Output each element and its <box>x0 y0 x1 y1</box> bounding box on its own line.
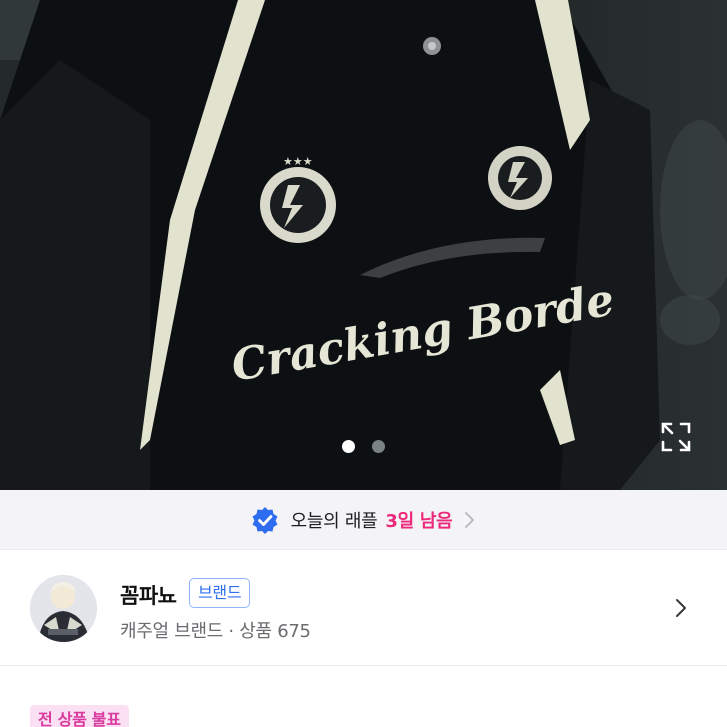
chevron-right-icon <box>462 511 476 529</box>
product-detail-page: ★★★ Cracking Borde 오늘의 래플 3일 남음 꼼파뇨 브랜드 … <box>0 0 727 727</box>
chevron-right-icon[interactable] <box>674 598 688 618</box>
shop-meta: 캐주얼 브랜드 · 상품 675 <box>120 621 311 642</box>
shop-avatar[interactable] <box>30 575 97 642</box>
raffle-label: 오늘의 래플 <box>290 510 378 532</box>
raffle-remaining: 3일 남음 <box>385 510 453 532</box>
product-photo-carousel[interactable]: ★★★ Cracking Borde <box>0 0 727 490</box>
expand-icon[interactable] <box>660 421 692 453</box>
shop-name[interactable]: 꼼파뇨 <box>120 580 177 610</box>
svg-text:★★★: ★★★ <box>283 155 313 168</box>
pager-dot-active[interactable] <box>342 440 355 453</box>
shop-info-row[interactable]: 꼼파뇨 브랜드 캐주얼 브랜드 · 상품 675 <box>0 550 727 665</box>
pager-dot[interactable] <box>372 440 385 453</box>
brand-badge: 브랜드 <box>189 578 251 608</box>
right-crest-emblem <box>488 146 552 210</box>
tag-chip[interactable]: 전 상품 불표 <box>30 705 129 727</box>
section-divider <box>0 665 727 666</box>
carousel-pager[interactable] <box>0 440 727 453</box>
verified-check-icon <box>251 506 279 534</box>
product-photo: ★★★ Cracking Borde <box>0 0 727 490</box>
raffle-banner[interactable]: 오늘의 래플 3일 남음 <box>0 490 727 550</box>
